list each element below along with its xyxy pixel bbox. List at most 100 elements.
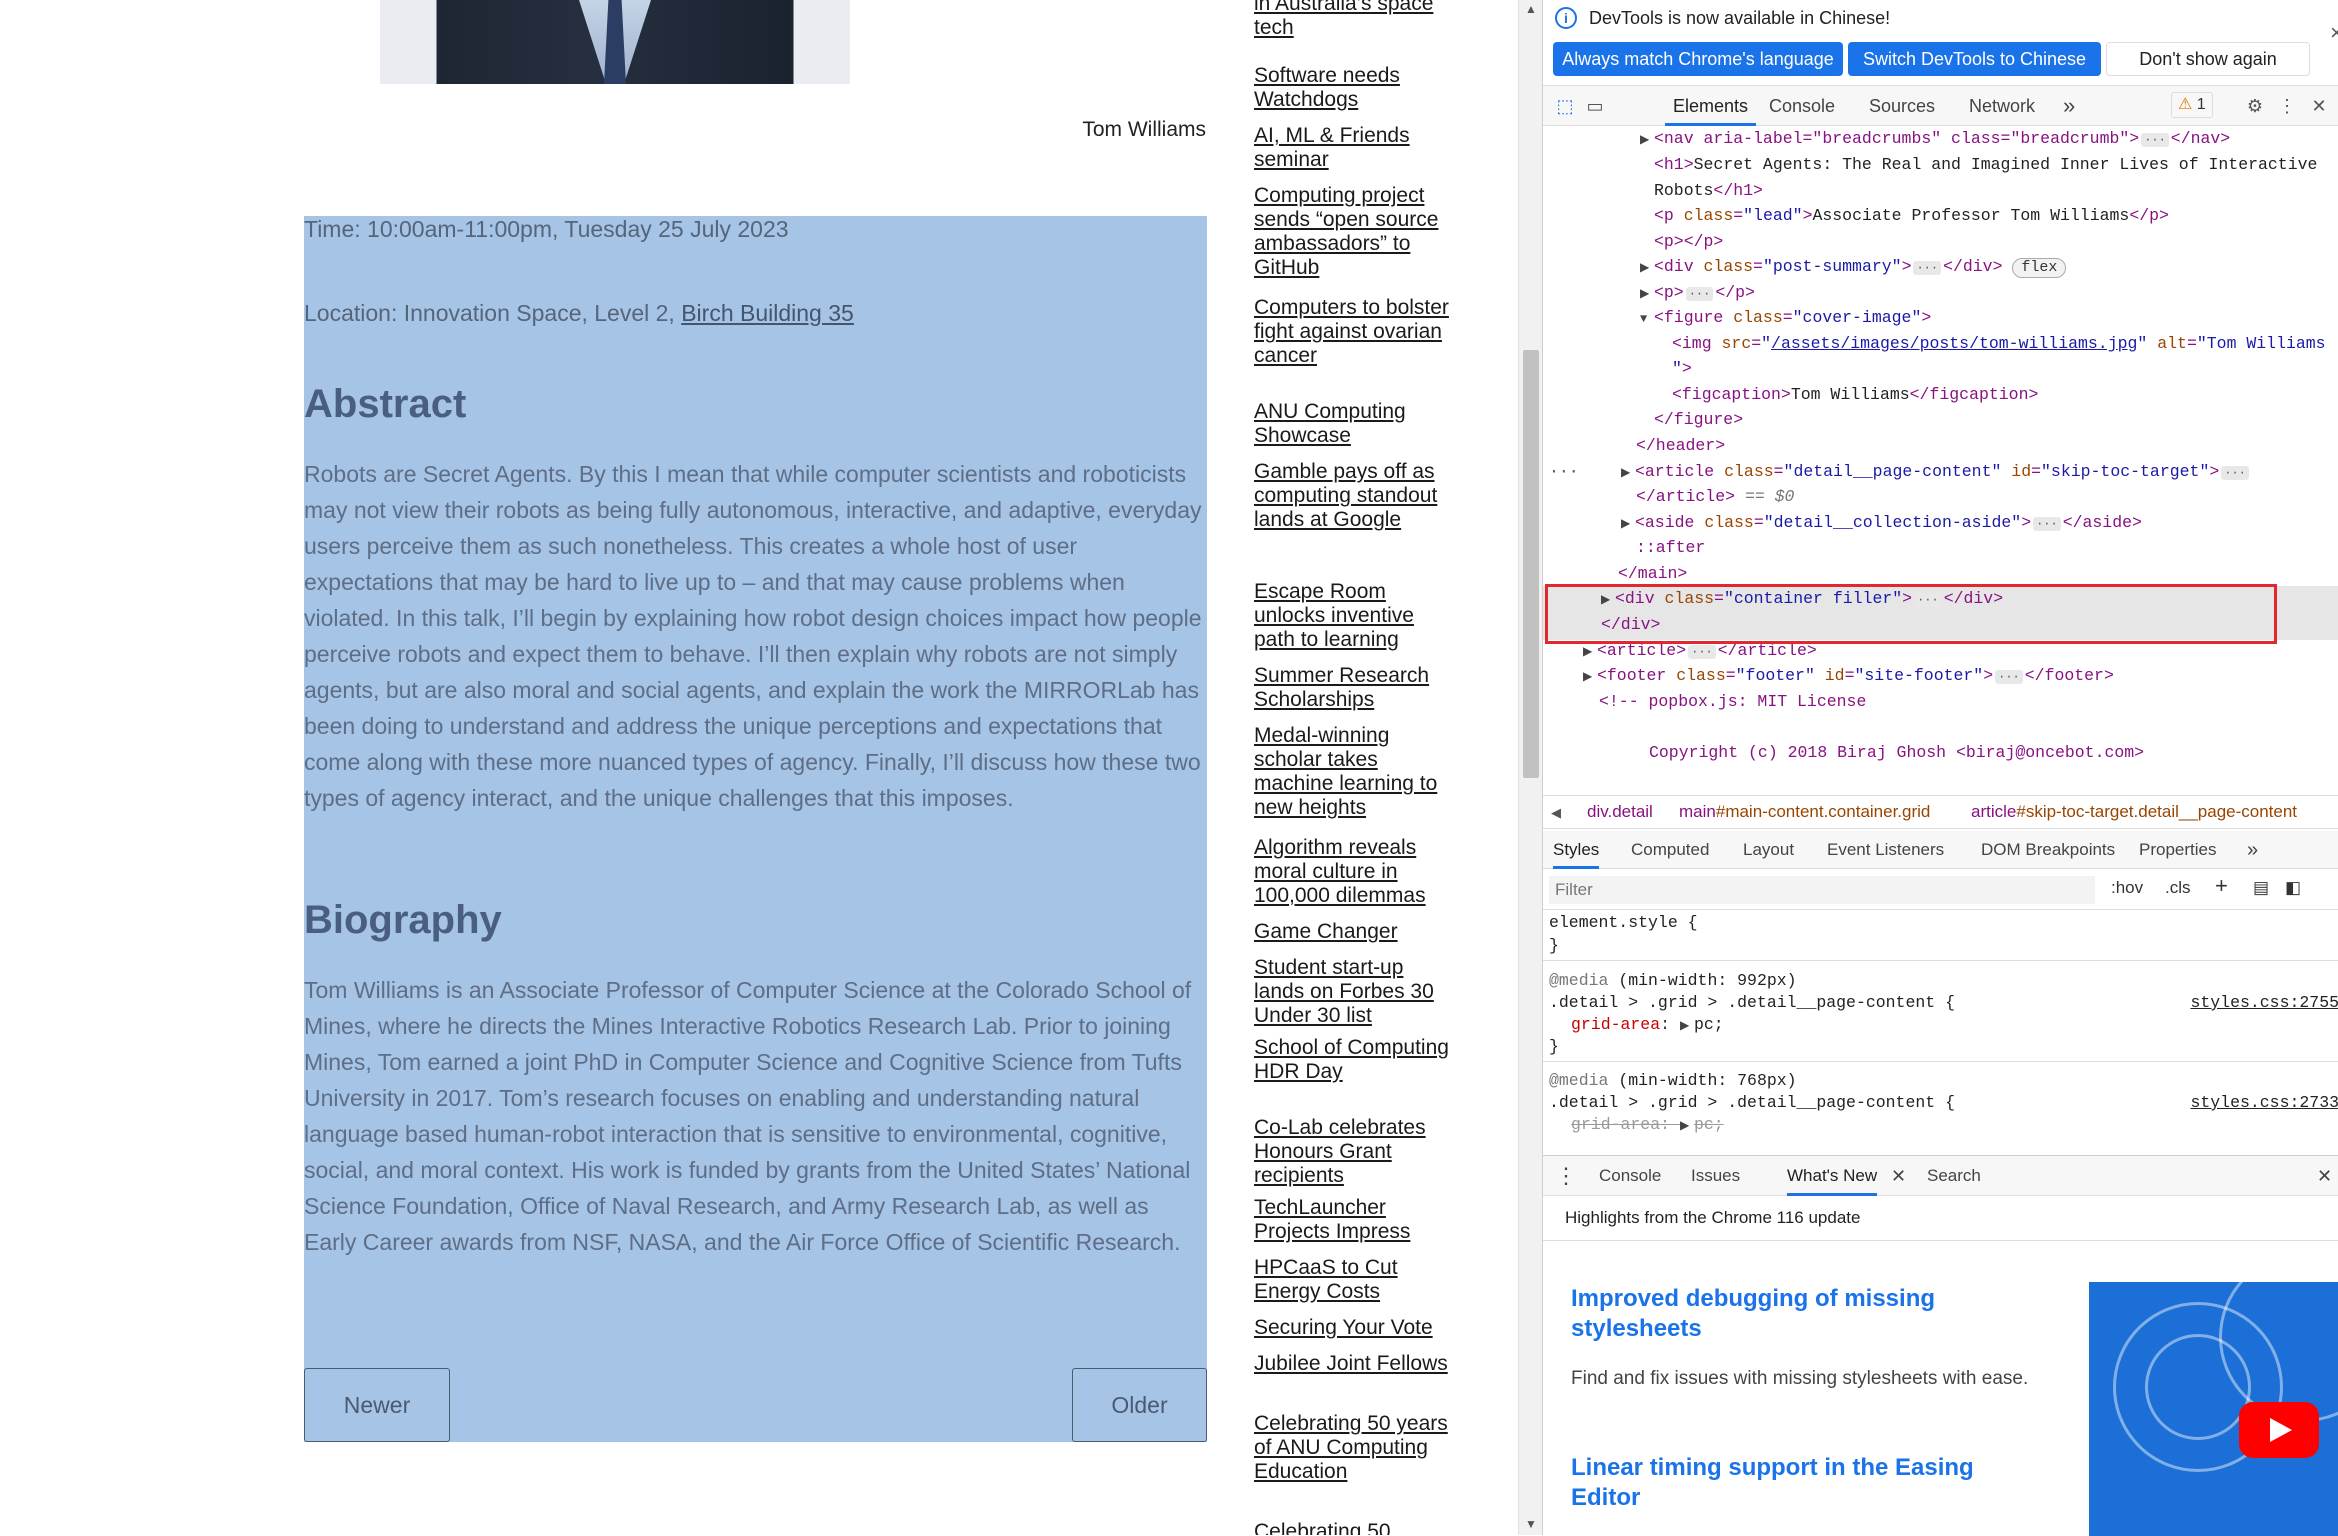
rule-property-1[interactable]: grid-area: ▶ pc; (1571, 1015, 1724, 1034)
rule-selector-2[interactable]: .detail > .grid > .detail__page-content … (1549, 1093, 1955, 1112)
element-style-rule[interactable]: element.style { (1549, 913, 1698, 932)
aside-news-link[interactable]: Algorithm reveals moral culture in 100,0… (1254, 836, 1454, 908)
switch-chinese-button[interactable]: Switch DevTools to Chinese (1848, 42, 2101, 76)
aside-news-link[interactable]: School of Computing HDR Day (1254, 1036, 1454, 1084)
tree-node-p-lead[interactable]: <p class="lead">Associate Professor Tom … (1654, 206, 2169, 225)
tab-properties[interactable]: Properties (2139, 831, 2216, 869)
prop-name-2: grid-area (1571, 1115, 1661, 1134)
close-drawer-icon[interactable]: ✕ (2317, 1156, 2332, 1196)
more-tabs-icon[interactable]: » (2063, 86, 2075, 126)
gear-icon[interactable]: ⚙ (2243, 94, 2267, 118)
whats-new-video-thumbnail[interactable] (2089, 1282, 2338, 1536)
tree-node-h1-cont[interactable]: Robots</h1> (1654, 181, 1763, 200)
page-scrollbar[interactable]: ▲ ▼ (1518, 0, 1542, 1535)
tab-sources[interactable]: Sources (1869, 86, 1935, 126)
tree-node-aside[interactable]: ▶ <aside class="detail__collection-aside"… (1621, 513, 2142, 532)
rule-source-link-2[interactable]: styles.css:2733 (2190, 1093, 2338, 1112)
aside-news-link[interactable]: Summer Research Scholarships (1254, 664, 1454, 712)
node-actions-icon[interactable]: ··· (1549, 462, 1579, 481)
close-whats-new-icon[interactable]: ✕ (1891, 1156, 1906, 1196)
close-devtools-icon[interactable]: ✕ (2307, 94, 2331, 118)
aside-news-link[interactable]: Software needs Watchdogs (1254, 64, 1454, 112)
aside-news-link[interactable]: Celebrating 50 (1254, 1520, 1454, 1535)
aside-news-link[interactable]: Computers to bolster fight against ovari… (1254, 296, 1454, 368)
sidebar-toggle-icon[interactable]: ◧ (2285, 878, 2301, 898)
drawer-tab-issues[interactable]: Issues (1691, 1156, 1740, 1196)
scrollbar-thumb[interactable] (1523, 350, 1539, 778)
aside-news-link[interactable]: Securing Your Vote (1254, 1316, 1454, 1340)
tree-node-nav[interactable]: ▶ <nav aria-label="breadcrumbs" class="br… (1640, 129, 2230, 148)
tree-node-article-selected[interactable]: ▶ <article class="detail__page-content" i… (1621, 462, 2251, 481)
more-styles-tabs-icon[interactable]: » (2247, 831, 2258, 869)
breadcrumb-left-icon[interactable]: ◀ (1551, 805, 1561, 821)
tree-node-comment[interactable]: <!-- popbox.js: MIT License (1599, 692, 1866, 711)
kebab-menu-icon[interactable]: ⋮ (2275, 94, 2299, 118)
aside-news-link[interactable]: TechLauncher Projects Impress (1254, 1196, 1454, 1244)
aside-news-link[interactable]: ANU Computing Showcase (1254, 400, 1454, 448)
aside-news-link[interactable]: Medal-winning scholar takes machine lear… (1254, 724, 1454, 820)
match-language-button[interactable]: Always match Chrome's language (1553, 42, 1843, 76)
newer-button[interactable]: Newer (304, 1368, 450, 1442)
aside-news-link[interactable]: Student start-up lands on Forbes 30 Unde… (1254, 956, 1454, 1028)
tab-dom-breakpoints[interactable]: DOM Breakpoints (1981, 831, 2115, 869)
cls-toggle[interactable]: .cls (2165, 878, 2191, 898)
tab-elements[interactable]: Elements (1665, 86, 1757, 126)
tab-styles[interactable]: Styles (1553, 831, 1600, 869)
close-icon[interactable]: × (2330, 20, 2338, 46)
drawer-tab-search[interactable]: Search (1927, 1156, 1981, 1196)
new-rule-icon[interactable]: + (2215, 873, 2228, 899)
tree-node-footer[interactable]: ▶ <footer class="footer" id="site-footer"… (1583, 666, 2114, 685)
prop-name-1: grid-area (1571, 1015, 1661, 1034)
aside-news-link[interactable]: AI, ML & Friends seminar (1254, 124, 1454, 172)
flex-badge[interactable]: flex (2012, 258, 2067, 278)
drawer-tab-whats-new[interactable]: What's New (1787, 1156, 1878, 1196)
location-link[interactable]: Birch Building 35 (681, 300, 854, 326)
tree-node-figure[interactable]: ▼ <figure class="cover-image"> (1640, 308, 1931, 327)
whats-new-item2-title[interactable]: Linear timing support in the Easing Edit… (1571, 1453, 2011, 1513)
tab-console[interactable]: Console (1769, 86, 1835, 126)
selected-node-highlight (1545, 584, 2277, 644)
whats-new-item1-title[interactable]: Improved debugging of missing stylesheet… (1571, 1284, 2011, 1344)
aside-news-link[interactable]: Escape Room unlocks inventive path to le… (1254, 580, 1454, 652)
tree-node-figcaption[interactable]: <figcaption>Tom Williams</figcaption> (1672, 385, 2038, 404)
rule-selector-1[interactable]: .detail > .grid > .detail__page-content … (1549, 993, 1955, 1012)
inspect-element-icon[interactable]: ⬚ (1553, 94, 1577, 118)
element-state-icon[interactable]: ▤ (2253, 878, 2269, 898)
hov-toggle[interactable]: :hov (2111, 878, 2143, 898)
rule-source-link-1[interactable]: styles.css:2755 (2190, 993, 2338, 1012)
dont-show-again-button[interactable]: Don't show again (2106, 42, 2310, 76)
warnings-badge[interactable]: ⚠ 1 (2171, 92, 2213, 118)
tree-node-after[interactable]: ::after (1636, 538, 1705, 557)
breadcrumb-main[interactable]: main#main-content.container.grid (1679, 802, 1930, 822)
aside-news-link[interactable]: HPCaaS to Cut Energy Costs (1254, 1256, 1454, 1304)
styles-filter-input[interactable]: Filter (1549, 876, 2095, 904)
older-button[interactable]: Older (1072, 1368, 1207, 1442)
aside-news-link[interactable]: Game Changer (1254, 920, 1454, 944)
tab-event-listeners[interactable]: Event Listeners (1827, 831, 1944, 869)
scroll-up-icon[interactable]: ▲ (1525, 2, 1537, 16)
aside-news-link[interactable]: Co-Lab celebrates Honours Grant recipien… (1254, 1116, 1454, 1188)
tab-network[interactable]: Network (1969, 86, 2035, 126)
nav-close-tag: </nav> (2170, 129, 2231, 148)
tree-node-h1[interactable]: <h1>Secret Agents: The Real and Imagined… (1654, 155, 2317, 174)
play-icon[interactable] (2239, 1402, 2319, 1458)
tab-computed[interactable]: Computed (1631, 831, 1709, 869)
tree-node-img[interactable]: <img src="/assets/images/posts/tom-willi… (1672, 334, 2326, 353)
img-src-link[interactable]: /assets/images/posts/tom-williams.jpg (1771, 334, 2137, 353)
breadcrumb-div-detail[interactable]: div.detail (1587, 802, 1653, 822)
aside-news-link[interactable]: Celebrating 50 years of ANU Computing Ed… (1254, 1412, 1454, 1484)
tree-node-p[interactable]: ▶ <p> ··· </p> (1640, 283, 1755, 302)
tree-node-post-summary[interactable]: ▶ <div class="post-summary"> ··· </div> fle… (1640, 257, 2067, 278)
aside-news-link[interactable]: Gamble pays off as computing standout la… (1254, 460, 1454, 532)
breadcrumb-article[interactable]: article#skip-toc-target.detail__page-con… (1971, 802, 2297, 822)
tree-node-p-empty[interactable]: <p></p> (1654, 232, 1723, 251)
rule-property-2-overridden[interactable]: grid-area: ▶ pc; (1571, 1115, 1724, 1134)
device-toolbar-icon[interactable]: ▭ (1583, 94, 1607, 118)
aside-news-link[interactable]: Jubilee Joint Fellows (1254, 1352, 1454, 1376)
drawer-menu-icon[interactable]: ⋮ (1555, 1156, 1577, 1196)
tab-layout[interactable]: Layout (1743, 831, 1794, 869)
scroll-down-icon[interactable]: ▼ (1525, 1517, 1537, 1531)
aside-news-link[interactable]: Computing project sends “open source amb… (1254, 184, 1454, 280)
aside-news-link[interactable]: in Australia’s space tech (1254, 0, 1454, 40)
drawer-tab-console[interactable]: Console (1599, 1156, 1661, 1196)
